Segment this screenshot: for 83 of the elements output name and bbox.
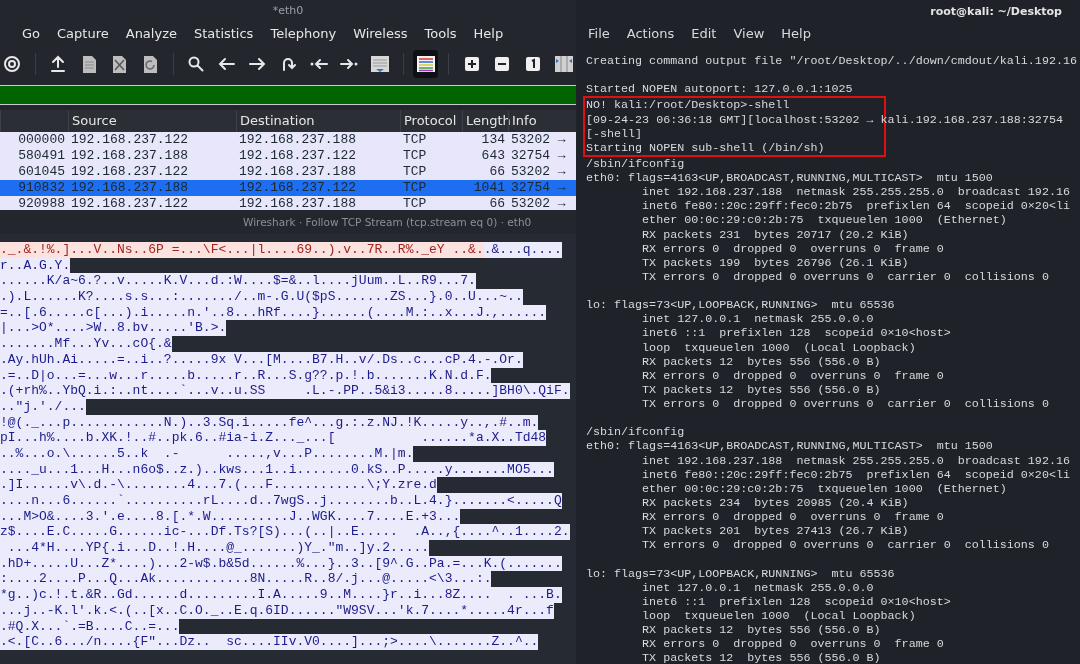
terminal-line: /sbin/ifconfig [586,425,685,440]
terminal-line: ether 00:0c:29:c0:2b:75 txqueuelen 1000 (Ethernet) [641,481,1007,496]
menu-item[interactable]: Actions [626,24,675,44]
terminal-line: [-shell] [586,126,643,141]
terminal-line: TX packets 201 bytes 27413 (26.7 KiB) [641,524,909,539]
terminal-line: inet 127.0.0.1 netmask 255.0.0.0 [641,580,874,595]
terminal-line: TX packets 199 bytes 26796 (26.1 KiB) [641,255,909,270]
terminal-line: RX packets 12 bytes 556 (556.0 B) [641,623,881,637]
packet-row[interactable]: 000000 192.168.237.122 192.168.237.188 TCP 134 53202 → [0,132,576,148]
terminal-line: TX errors 0 dropped 0 overruns 0 carrier 0 collisions 0 [641,269,1049,284]
menu-item[interactable]: Help [473,24,504,44]
terminal-line: TX packets 12 bytes 556 (556.0 B) [641,382,881,397]
terminal-line: ether 00:0c:29:c0:2b:75 txqueuelen 1000 (Ethernet) [641,213,1007,228]
autoscroll-icon [370,54,391,74]
terminal-line: Starting NOPEN sub-shell (/bin/sh) [586,140,825,155]
terminal-line: loop txqueuelen 1000 (Local Loopback) [641,340,916,355]
menu-item[interactable]: Analyze [125,24,177,44]
menu-item[interactable]: Tools [424,24,457,44]
stream-text: z$....E.C.....G......ic-...Df.Ts?[S)...(..|..E..... .A..,{....^..1....2. [0,524,570,541]
menu-item[interactable]: File [588,24,610,44]
window-title: *eth0 [271,3,305,19]
stream-text: .<.[C..6.../n....{F"...Dz.. sc....IIv.V0....]...;>....\.......Z..^.. [0,634,539,650]
settings-icon [2,54,23,74]
stream-text: ......K/a~6.?..v.....K.V...d.:W....$=&..l....jUum..L..R9...7. [0,273,476,290]
terminal-line: NO! kali:/root/Desktop>-shell [586,98,790,113]
terminal-line: RX errors 0 dropped 0 overruns 0 frame 0 [641,637,944,652]
terminal-line: eth0: flags=4163<UP,BROADCAST,RUNNING,MULTICAST> mtu 1500 [586,439,993,454]
menu-item[interactable]: Telephony [270,24,337,44]
terminal-line: Creating command output file "/root/Desktop/../down/cmdout/kali.192.16 [586,54,1077,68]
terminal-line: lo: flags=73<UP,LOOPBACK,RUNNING> mtu 65536 [586,566,895,581]
terminal-line: RX packets 234 bytes 20985 (20.4 KiB) [641,495,909,510]
stream-text: ...4*H....YP{.i...D..!.H....@_.......)Y_."m..]y.2..... [0,540,430,556]
stream-text: pI...h%....b.XK.!..#..pk.6..#ia-i.Z..._...[ ......*a.X..Td48 [0,430,547,446]
terminal-line: eth0: flags=4163<UP,BROADCAST,RUNNING,MULTICAST> mtu 1500 [586,171,993,185]
terminal-line: Started NOPEN autoport: 127.0.0.1:1025 [586,82,853,97]
stream-text: .]I......v\.d.-\........4...7.(...F............\;Y.zre.d [0,477,437,493]
menu-item[interactable]: Go [22,24,41,44]
stream-text: ._.&.!%.]...V..Ns..6P =...\F<...|l....69..).v..7R..R%._eY ..&. [0,242,484,258]
menu-item[interactable]: Wireless [353,24,408,44]
resize-columns-icon [553,54,574,74]
menu-item[interactable]: Capture [57,24,109,44]
terminal-line: inet 192.168.237.188 netmask 255.255.255.0 broadcast 192.16 [641,185,1070,200]
stream-text: :....2....P...Q...Ak............8N.....R..8/.j...@.....<\3...:. [0,571,492,588]
terminal-line: RX errors 0 dropped 0 overruns 0 frame 0 [641,368,944,383]
dialog-title: Wireshark · Follow TCP Stream (tcp.stream eq 0) · eth0 [242,215,533,230]
stream-text: .hD+.....U...Z*....)...2-w$.b&5d......%...}..3..[9^.G..Pa.=...K.(....... [0,555,562,572]
window-title: root@kali: ~/Desktop [929,4,1063,20]
stream-text: ...._u...1...H...n6o$..z.)..kws...1..i.......0.kS..P.....y.......MO5... [0,461,554,478]
stream-text: .Ay.hUh.Ai.....=..i..?.....9x V...[M....B7.H..v/.Ds..c...cP.4.-.Or. [0,351,523,368]
stream-text: .&...q.... [483,242,562,258]
packet-row[interactable]: 920988 192.168.237.122 192.168.237.188 TCP 66 53202 → [0,196,576,210]
stream-text: |...>O*....>W..8.bv.....'B.>. [0,320,227,337]
packet-row[interactable]: 601045 192.168.237.122 192.168.237.188 TCP 66 53202 → [0,164,576,180]
terminal-line: TX packets 12 bytes 556 (556.0 B) [641,651,881,664]
stream-text: ....n...6......`..........rL....d..7wgS..j........b..L.4.}.......<.....Q [0,493,562,509]
terminal-line: inet6 fe80::20c:29ff:fec0:2b75 prefixlen 64 scopeid 0×20<li [641,467,1070,482]
terminal-line: TX errors 0 dropped 0 overruns 0 carrier 0 collisions 0 [641,397,1049,411]
terminal-line: RX errors 0 dropped 0 overruns 0 frame 0 [641,510,944,524]
menu-item[interactable]: Edit [691,24,717,44]
display-filter-bar[interactable] [0,85,576,105]
colorize-icon [415,54,436,74]
stream-text: *g..)c.!.t.&R..Gd......d.........I.A.....9..M....}r..i...8Z.... . ...B. [0,587,562,603]
terminal-line: RX errors 0 dropped 0 overruns 0 frame 0 [641,241,944,256]
stream-text: .(+rh%..YbQ.i.:..nt....`...v..u.SS .L.-.PP..5&i3.....8.....]BH0\.QiF. [0,383,570,399]
stream-text: .......Mf...Yv...cO{.& [0,336,172,352]
terminal-line: RX packets 12 bytes 556 (556.0 B) [641,354,881,369]
terminal-line: inet6 ::1 prefixlen 128 scopeid 0×10<host> [641,594,951,609]
terminal-line: /sbin/ifconfig [586,156,685,171]
terminal-line: loop txqueuelen 1000 (Local Loopback) [641,608,916,623]
stream-text: .).L......K?....s.s...:......./..m-.G.U($pS.......ZS...}.0..U...~.. [0,289,523,305]
terminal-line: lo: flags=73<UP,LOOPBACK,RUNNING> mtu 65536 [586,298,895,313]
menu-item[interactable]: View [733,24,765,44]
toolbar-button[interactable] [413,50,439,78]
terminal-line: inet6 fe80::20c:29ff:fec0:2b75 prefixlen 64 scopeid 0×20<li [641,199,1070,214]
stream-text: !@(._...p............N.)..3.Sq.i.....fe^...g.:.z.NJ.!K.....y..,.#..m. [0,414,539,431]
menu-item[interactable]: Statistics [193,24,254,44]
terminal-line: TX errors 0 dropped 0 overruns 0 carrier 0 collisions 0 [641,538,1049,553]
menu-item[interactable]: Help [781,24,811,44]
terminal-line: inet6 ::1 prefixlen 128 scopeid 0×10<host> [641,326,951,341]
terminal-line: RX packets 231 bytes 20717 (20.2 KiB) [641,227,909,242]
packet-row[interactable]: 580491 192.168.237.188 192.168.237.122 TCP 643 32754 → [0,148,576,164]
terminal-line: inet 192.168.237.188 netmask 255.255.255.0 broadcast 192.16 [641,453,1070,468]
terminal-line: inet 127.0.0.1 netmask 255.0.0.0 [641,312,874,327]
